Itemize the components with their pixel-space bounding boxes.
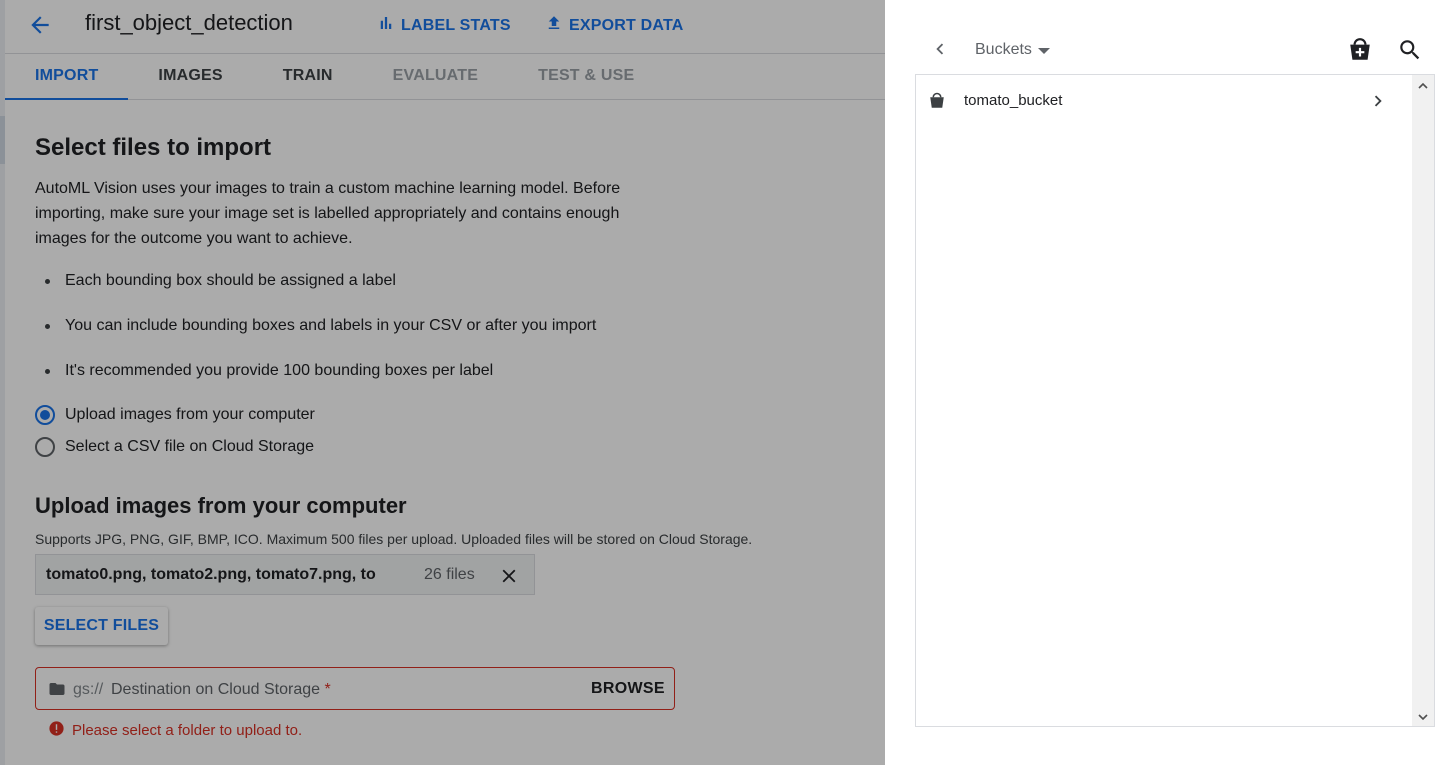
destination-label-text: Destination on Cloud Storage xyxy=(111,681,321,698)
option-csv-cloud-storage[interactable]: Select a CSV file on Cloud Storage xyxy=(35,431,855,463)
destination-label: Destination on Cloud Storage * xyxy=(111,681,331,699)
folder-icon xyxy=(48,680,66,698)
tab-images[interactable]: IMAGES xyxy=(128,54,252,100)
chevron-right-icon[interactable] xyxy=(1367,90,1389,112)
bucket-name: tomato_bucket xyxy=(964,92,1063,109)
buckets-dropdown[interactable]: Buckets xyxy=(975,41,1050,59)
tab-evaluate: EVALUATE xyxy=(392,67,479,84)
left-nav-marker xyxy=(0,116,5,164)
bucket-browser-panel: Buckets tomato_bucket xyxy=(885,0,1436,765)
destination-field[interactable]: gs:// Destination on Cloud Storage * BRO… xyxy=(35,667,675,710)
tab-train[interactable]: TRAIN xyxy=(253,54,363,100)
destination-error: Please select a folder to upload to. xyxy=(35,720,855,741)
radio-button[interactable] xyxy=(35,437,55,457)
selected-file-count: 26 files xyxy=(424,566,475,583)
buckets-label: Buckets xyxy=(975,41,1032,58)
new-bucket-icon[interactable] xyxy=(1347,37,1373,63)
bucket-icon xyxy=(928,92,946,110)
browse-button[interactable]: BROWSE xyxy=(591,680,665,698)
option-csv-cloud-storage-label: Select a CSV file on Cloud Storage xyxy=(65,438,315,455)
gs-prefix: gs:// xyxy=(73,681,104,698)
tab-bar: IMPORT IMAGES TRAIN EVALUATE TEST & USE xyxy=(5,54,885,100)
upload-icon xyxy=(545,14,563,37)
export-data-button[interactable]: EXPORT DATA xyxy=(545,14,684,37)
import-heading: Select files to import xyxy=(35,134,272,161)
back-arrow-icon[interactable] xyxy=(27,12,53,38)
import-content: Select files to import AutoML Vision use… xyxy=(35,134,855,741)
upload-heading: Upload images from your computer xyxy=(35,493,407,518)
error-message: Please select a folder to upload to. xyxy=(72,722,303,739)
scroll-down-icon[interactable] xyxy=(1417,710,1429,722)
tab-import[interactable]: IMPORT xyxy=(5,54,129,100)
search-icon[interactable] xyxy=(1397,37,1423,63)
guideline-item: It's recommended you provide 100 boundin… xyxy=(35,361,855,406)
close-icon[interactable] xyxy=(498,565,520,587)
export-data-label: EXPORT DATA xyxy=(569,16,684,34)
bar-chart-icon xyxy=(377,14,395,37)
radio-button-selected[interactable] xyxy=(35,405,55,425)
selected-file-names: tomato0.png, tomato2.png, tomato7.png, t… xyxy=(46,566,376,583)
tab-test-and-use: TEST & USE xyxy=(538,67,635,84)
chevron-left-icon[interactable] xyxy=(929,38,951,60)
list-item[interactable]: tomato_bucket xyxy=(916,75,1412,127)
top-bar: first_object_detection LABEL STATS EXPOR… xyxy=(5,0,885,54)
page-title: first_object_detection xyxy=(85,10,293,35)
label-stats-button[interactable]: LABEL STATS xyxy=(377,14,511,37)
guideline-item: Each bounding box should be assigned a l… xyxy=(35,271,855,316)
import-guidelines: Each bounding box should be assigned a l… xyxy=(35,271,855,406)
main-page: first_object_detection LABEL STATS EXPOR… xyxy=(0,0,885,765)
caret-down-icon xyxy=(1037,48,1050,54)
supported-formats-text: Supports JPG, PNG, GIF, BMP, ICO. Maximu… xyxy=(35,531,753,547)
left-nav-strip xyxy=(0,0,5,765)
import-description: AutoML Vision uses your images to train … xyxy=(35,180,621,247)
selected-files-field: tomato0.png, tomato2.png, tomato7.png, t… xyxy=(35,554,535,595)
bucket-list: tomato_bucket xyxy=(915,74,1435,727)
option-upload-computer-label: Upload images from your computer xyxy=(65,406,315,423)
scroll-up-icon[interactable] xyxy=(1417,79,1429,91)
guideline-item: You can include bounding boxes and label… xyxy=(35,316,855,361)
scrollbar[interactable] xyxy=(1412,75,1434,726)
label-stats-label: LABEL STATS xyxy=(401,16,511,34)
select-files-button[interactable]: SELECT FILES xyxy=(35,607,168,645)
required-marker: * xyxy=(324,681,331,698)
error-icon xyxy=(48,720,65,741)
